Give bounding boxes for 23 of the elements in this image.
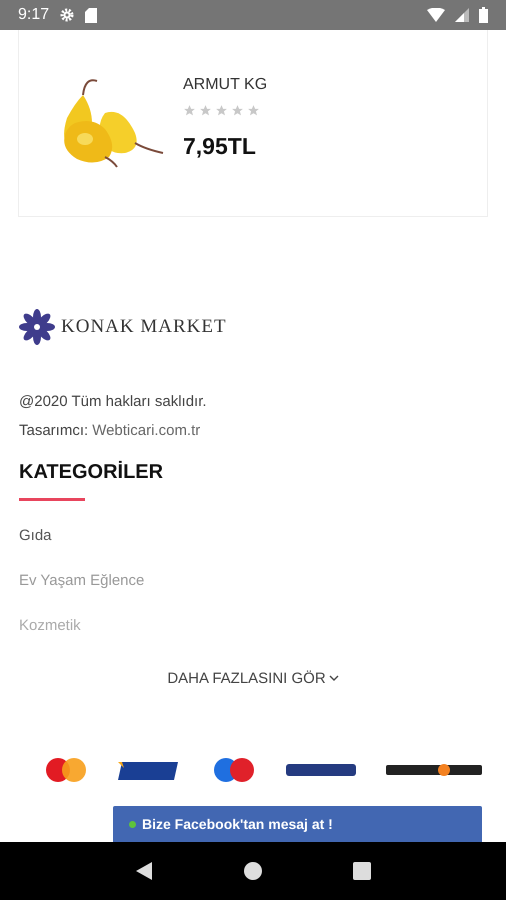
messenger-chat-button[interactable]: Bize Facebook'tan mesaj at ! xyxy=(113,806,482,842)
copyright-text: @2020 Tüm hakları saklıdır. xyxy=(19,393,208,410)
brand-name: KONAK MARKET xyxy=(61,316,227,338)
chevron-down-icon xyxy=(328,675,339,682)
clock: 9:17 xyxy=(18,6,50,24)
gear-icon xyxy=(59,7,76,23)
product-price: 7,95TL xyxy=(183,133,257,160)
designer-label: Tasarımcı: xyxy=(19,422,88,439)
back-icon[interactable] xyxy=(134,861,154,881)
show-more-button[interactable]: DAHA FAZLASINI GÖR xyxy=(167,670,339,687)
battery-icon xyxy=(479,7,488,23)
heading-underline xyxy=(19,498,85,501)
sd-card-icon xyxy=(85,8,98,22)
wifi-icon xyxy=(427,8,445,22)
designer-link[interactable]: Webticari.com.tr xyxy=(92,422,200,439)
signal-icon xyxy=(455,8,469,22)
flower-logo-icon xyxy=(19,309,55,345)
product-card[interactable]: ARMUT KG 7,95TL xyxy=(18,30,488,217)
product-name[interactable]: ARMUT KG xyxy=(183,76,268,94)
category-link[interactable]: Gıda xyxy=(19,527,52,544)
section-heading: KATEGORİLER xyxy=(19,461,164,484)
recents-icon[interactable] xyxy=(352,861,372,881)
home-icon[interactable] xyxy=(242,861,263,881)
